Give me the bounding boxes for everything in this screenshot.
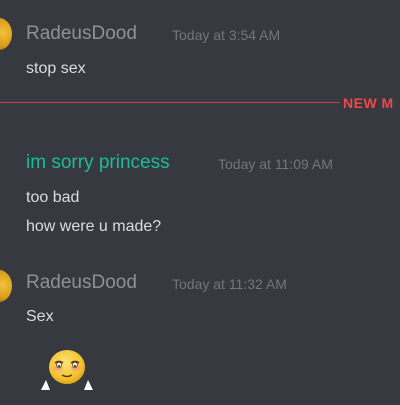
- blushing-shy-emoji-icon: [41, 350, 93, 390]
- message-timestamp: Today at 11:09 AM: [218, 156, 333, 172]
- username[interactable]: RadeusDood: [26, 272, 137, 294]
- message-timestamp: Today at 11:32 AM: [172, 276, 287, 292]
- message-text: how were u made?: [26, 218, 162, 235]
- user-avatar[interactable]: [0, 18, 12, 50]
- username[interactable]: RadeusDood: [26, 23, 137, 45]
- message-text: too bad: [26, 189, 80, 206]
- username[interactable]: im sorry princess: [26, 152, 170, 174]
- new-messages-label: NEW M: [343, 95, 394, 111]
- user-avatar[interactable]: [0, 270, 12, 302]
- message-text: stop sex: [26, 60, 86, 77]
- new-messages-divider: [0, 102, 340, 103]
- message-text: Sex: [26, 308, 54, 325]
- message-timestamp: Today at 3:54 AM: [172, 27, 281, 43]
